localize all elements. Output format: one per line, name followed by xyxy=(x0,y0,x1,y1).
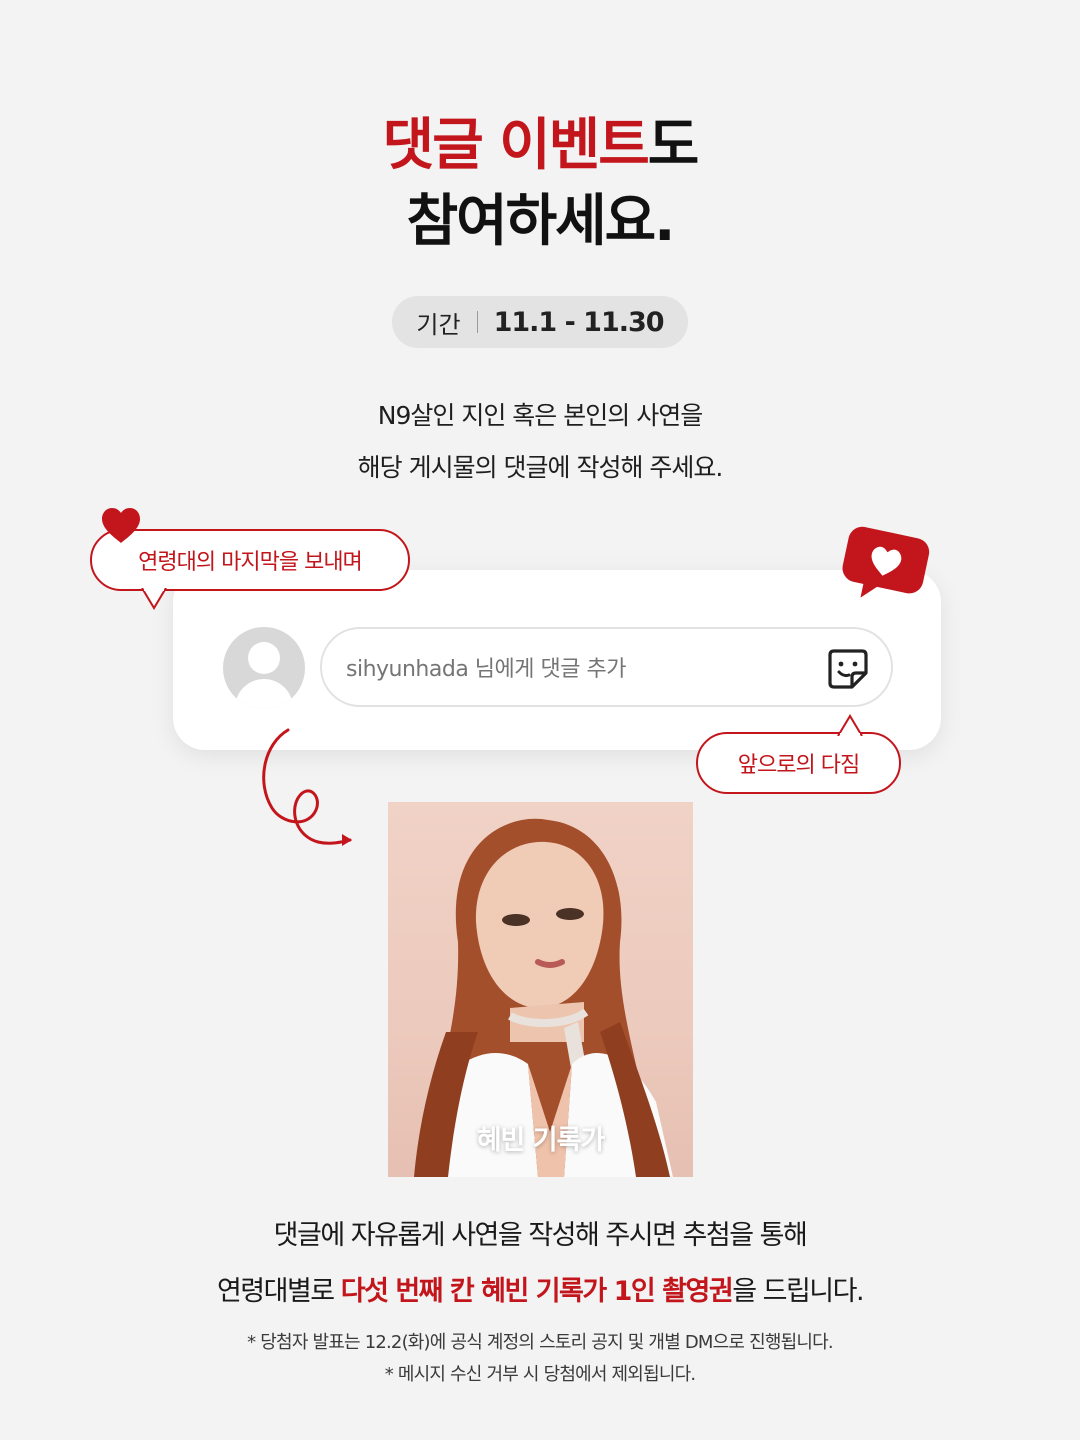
intro-line2: 해당 게시물의 댓글에 작성해 주세요. xyxy=(357,453,724,482)
heart-icon xyxy=(102,508,140,543)
comment-input[interactable]: sihyunhada 님에게 댓글 추가 xyxy=(320,627,893,707)
headline: 댓글 이벤트도 참여하세요. xyxy=(0,108,1080,260)
like-notification-icon xyxy=(842,526,930,598)
details-line1: 댓글에 자유롭게 사연을 작성해 주시면 추첨을 통해 xyxy=(273,1220,808,1251)
headline-accent: 댓글 이벤트 xyxy=(382,113,650,178)
intro-text: N9살인 지인 혹은 본인의 사연을 해당 게시물의 댓글에 작성해 주세요. xyxy=(0,390,1080,494)
intro-line1: N9살인 지인 혹은 본인의 사연을 xyxy=(377,401,703,430)
sticker-icon[interactable] xyxy=(826,647,870,691)
headline-rest: 도 xyxy=(647,113,700,178)
profile-photo: 혜빈 기록가 xyxy=(388,802,693,1177)
avatar-placeholder-icon xyxy=(223,627,305,709)
avatar-body xyxy=(235,679,293,709)
bubble-right-tail xyxy=(837,714,863,736)
comment-card: sihyunhada 님에게 댓글 추가 xyxy=(173,570,941,750)
comment-placeholder: sihyunhada 님에게 댓글 추가 xyxy=(346,657,626,682)
tag-bubble-right-label: 앞으로의 다짐 xyxy=(737,753,860,778)
curl-arrow-icon xyxy=(262,728,352,846)
period-divider xyxy=(476,311,478,333)
period-label: 기간 xyxy=(416,310,461,339)
photo-caption: 혜빈 기록가 xyxy=(476,1125,606,1156)
details-prize-highlight: 다섯 번째 칸 혜빈 기록가 1인 촬영권 xyxy=(340,1276,734,1307)
details-line2-suffix: 을 드립니다. xyxy=(732,1276,864,1307)
bubble-left-tail xyxy=(141,588,167,610)
headline-line2: 참여하세요. xyxy=(406,189,676,254)
tag-bubble-right: 앞으로의 다짐 xyxy=(696,732,901,794)
tag-bubble-left-label: 연령대의 마지막을 보내며 xyxy=(138,550,363,575)
details-line2-prefix: 연령대별로 xyxy=(216,1276,341,1307)
details-line2: 연령대별로 다섯 번째 칸 혜빈 기록가 1인 촬영권을 드립니다. xyxy=(0,1264,1080,1320)
period-badge: 기간 11.1 - 11.30 xyxy=(392,296,688,348)
event-details: 댓글에 자유롭게 사연을 작성해 주시면 추첨을 통해 연령대별로 다섯 번째 … xyxy=(0,1208,1080,1320)
period-dates: 11.1 - 11.30 xyxy=(493,306,665,338)
event-page: 댓글 이벤트도 참여하세요. 기간 11.1 - 11.30 N9살인 지인 혹… xyxy=(0,0,1080,1440)
avatar-head xyxy=(248,642,280,674)
footnote-announcement: * 당첨자 발표는 12.2(화)에 공식 계정의 스토리 공지 및 개별 DM… xyxy=(247,1332,833,1353)
headline-line1: 댓글 이벤트도 xyxy=(0,108,1080,184)
footnote-exclusion: * 메시지 수신 거부 시 당첨에서 제외됩니다. xyxy=(384,1364,696,1385)
footnotes: * 당첨자 발표는 12.2(화)에 공식 계정의 스토리 공지 및 개별 DM… xyxy=(0,1327,1080,1391)
